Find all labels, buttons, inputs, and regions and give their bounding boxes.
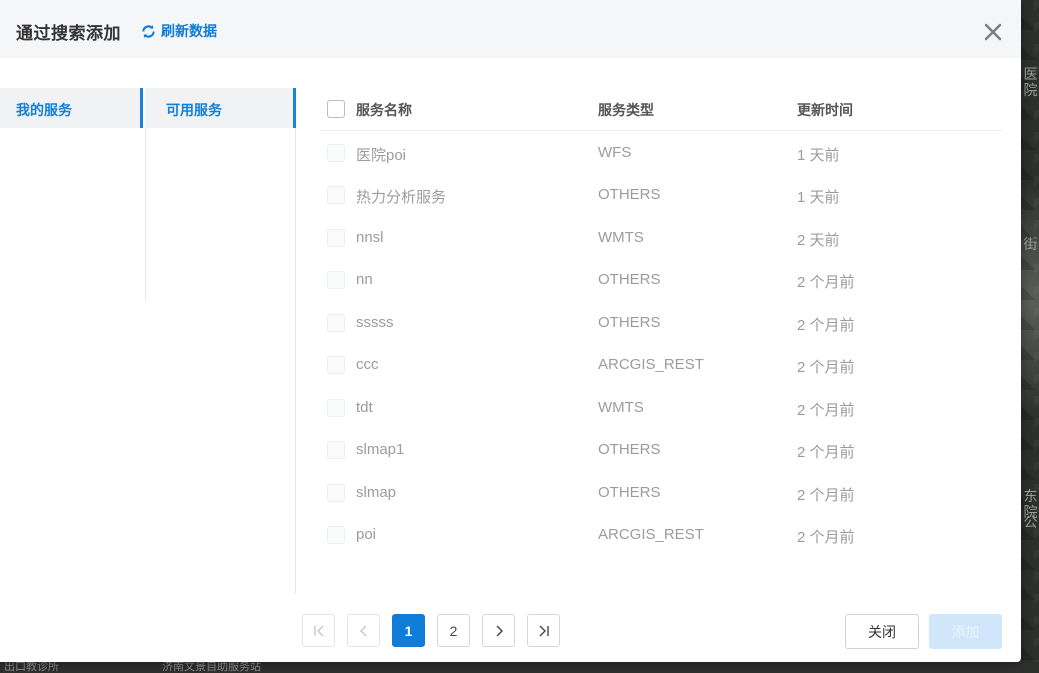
page-button-1[interactable]: 1 bbox=[392, 614, 425, 647]
service-name: poi bbox=[356, 526, 377, 543]
map-label: 济南文景自助服务站 bbox=[162, 662, 262, 673]
map-label: 公 bbox=[1023, 514, 1038, 530]
add-by-search-dialog: 通过搜索添加 刷新数据 我的服务 可用服务 服务名称 服务类型 更新时间 医院p… bbox=[0, 0, 1021, 662]
first-page-icon bbox=[313, 625, 323, 636]
prev-page-button[interactable] bbox=[347, 614, 380, 647]
select-all-checkbox[interactable] bbox=[327, 100, 345, 118]
row-checkbox[interactable] bbox=[327, 484, 345, 502]
service-type: WMTS bbox=[598, 399, 644, 416]
service-type: OTHERS bbox=[598, 314, 661, 331]
service-updated: 2 个月前 bbox=[797, 317, 855, 334]
service-type: WMTS bbox=[598, 229, 644, 246]
table-row: sssss OTHERS 2 个月前 bbox=[320, 301, 1002, 343]
service-updated: 2 个月前 bbox=[797, 487, 855, 504]
row-checkbox[interactable] bbox=[327, 399, 345, 417]
service-type: ARCGIS_REST bbox=[598, 526, 704, 543]
table-row: nn OTHERS 2 个月前 bbox=[320, 258, 1002, 300]
service-name: sssss bbox=[356, 314, 394, 331]
close-icon[interactable] bbox=[983, 22, 1003, 42]
service-updated: 2 个月前 bbox=[797, 402, 855, 419]
close-button[interactable]: 关闭 bbox=[845, 614, 919, 649]
service-updated: 2 个月前 bbox=[797, 359, 855, 376]
table-row: tdt WMTS 2 个月前 bbox=[320, 386, 1002, 428]
map-bottom-labels: 出口教诊所 济南文景自助服务站 bbox=[0, 662, 1039, 673]
last-page-icon bbox=[539, 625, 549, 636]
service-name: nnsl bbox=[356, 229, 384, 246]
map-label: 街 bbox=[1023, 236, 1038, 252]
service-type: WFS bbox=[598, 144, 632, 161]
service-updated: 2 个月前 bbox=[797, 444, 855, 461]
row-checkbox[interactable] bbox=[327, 356, 345, 374]
chevron-left-icon bbox=[359, 625, 366, 636]
dialog-title: 通过搜索添加 bbox=[16, 24, 121, 43]
add-button[interactable]: 添加 bbox=[929, 614, 1002, 649]
next-page-button[interactable] bbox=[482, 614, 515, 647]
last-page-button[interactable] bbox=[527, 614, 560, 647]
table-row: poi ARCGIS_REST 2 个月前 bbox=[320, 513, 1002, 555]
service-name: 医院poi bbox=[356, 147, 407, 164]
map-label: 出口教诊所 bbox=[4, 662, 59, 673]
tab-my-services[interactable]: 我的服务 bbox=[0, 88, 143, 128]
service-updated: 1 天前 bbox=[797, 147, 840, 164]
tab-my-services-label: 我的服务 bbox=[16, 102, 72, 118]
tab-available-services-label: 可用服务 bbox=[166, 102, 222, 118]
row-checkbox[interactable] bbox=[327, 229, 345, 247]
service-type: ARCGIS_REST bbox=[598, 356, 704, 373]
service-name: slmap1 bbox=[356, 441, 405, 458]
column-divider bbox=[145, 128, 146, 301]
service-updated: 2 个月前 bbox=[797, 529, 855, 546]
service-type: OTHERS bbox=[598, 271, 661, 288]
service-name: nn bbox=[356, 271, 373, 288]
table-row: nnsl WMTS 2 天前 bbox=[320, 216, 1002, 258]
row-checkbox[interactable] bbox=[327, 186, 345, 204]
header-service-name: 服务名称 bbox=[356, 102, 412, 118]
service-updated: 2 天前 bbox=[797, 232, 840, 249]
first-page-button[interactable] bbox=[302, 614, 335, 647]
service-name: slmap bbox=[356, 484, 397, 501]
service-name: 热力分析服务 bbox=[356, 189, 447, 206]
service-updated: 1 天前 bbox=[797, 189, 840, 206]
service-updated: 2 个月前 bbox=[797, 274, 855, 291]
header-updated-time: 更新时间 bbox=[797, 102, 853, 118]
table-row: slmap1 OTHERS 2 个月前 bbox=[320, 428, 1002, 470]
row-checkbox[interactable] bbox=[327, 271, 345, 289]
table-row: ccc ARCGIS_REST 2 个月前 bbox=[320, 343, 1002, 385]
dialog-header: 通过搜索添加 刷新数据 bbox=[0, 0, 1021, 58]
table-row: slmap OTHERS 2 个月前 bbox=[320, 471, 1002, 513]
service-type: OTHERS bbox=[598, 186, 661, 203]
map-label: 医院 bbox=[1023, 66, 1038, 98]
refresh-data-label: 刷新数据 bbox=[161, 23, 217, 39]
service-type: OTHERS bbox=[598, 484, 661, 501]
service-type: OTHERS bbox=[598, 441, 661, 458]
refresh-icon bbox=[142, 24, 155, 38]
header-service-type: 服务类型 bbox=[598, 102, 654, 118]
refresh-data-button[interactable]: 刷新数据 bbox=[141, 21, 217, 41]
service-name: tdt bbox=[356, 399, 373, 416]
service-name: ccc bbox=[356, 356, 379, 373]
table-row: 医院poi WFS 1 天前 bbox=[320, 131, 1002, 173]
page-button-2[interactable]: 2 bbox=[437, 614, 470, 647]
row-checkbox[interactable] bbox=[327, 441, 345, 459]
chevron-right-icon bbox=[496, 625, 503, 636]
row-checkbox[interactable] bbox=[327, 526, 345, 544]
tab-available-services[interactable]: 可用服务 bbox=[145, 88, 296, 128]
row-checkbox[interactable] bbox=[327, 314, 345, 332]
column-divider bbox=[295, 128, 296, 594]
row-checkbox[interactable] bbox=[327, 144, 345, 162]
table-row: 热力分析服务 OTHERS 1 天前 bbox=[320, 173, 1002, 215]
table-header: 服务名称 服务类型 更新时间 bbox=[320, 88, 1002, 131]
